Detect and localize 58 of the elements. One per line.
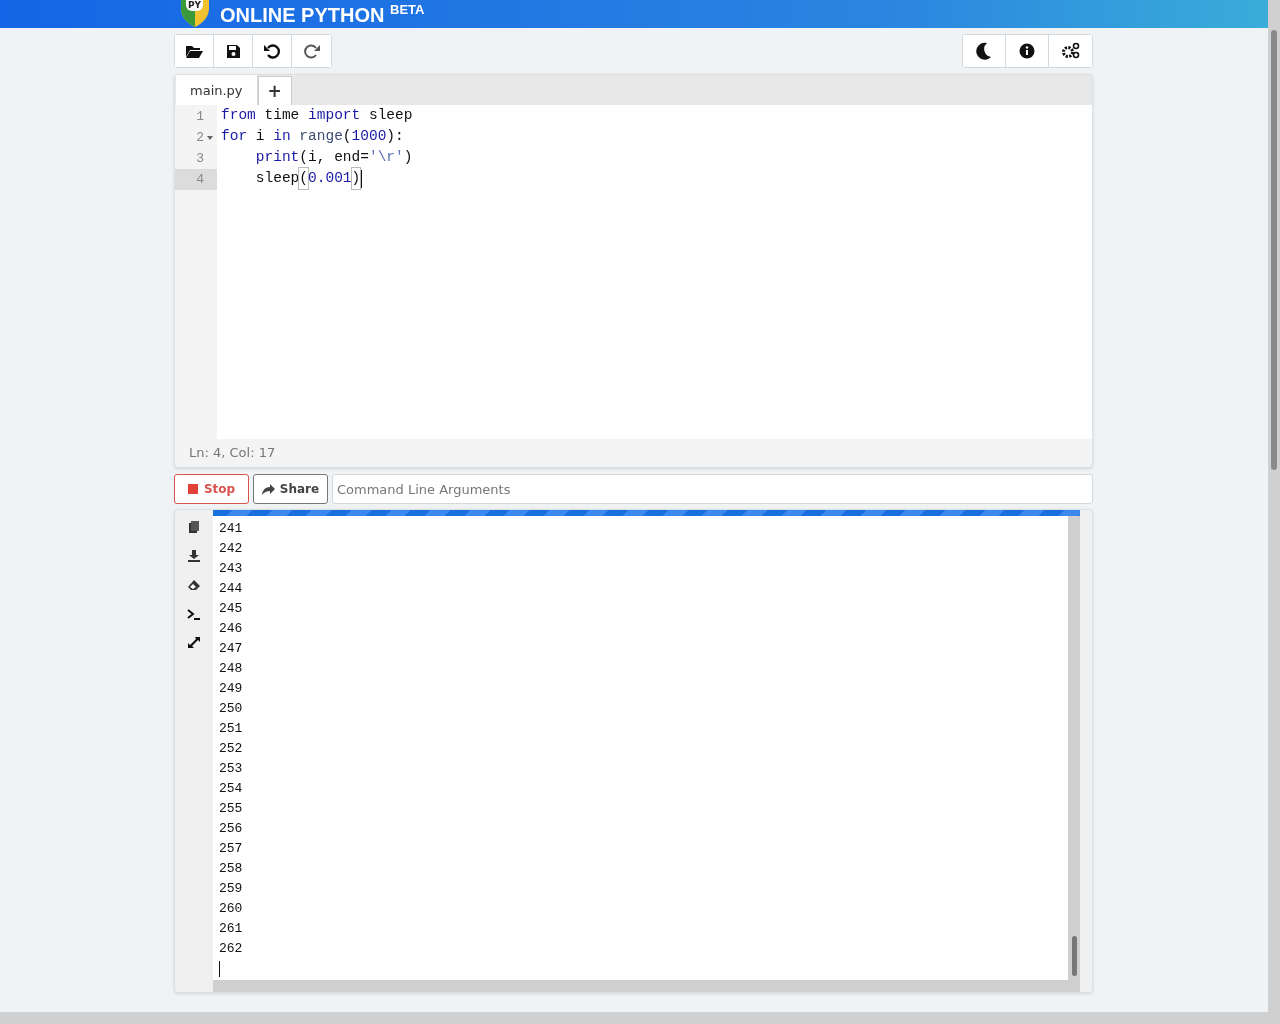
output-line: 243 [219,560,244,578]
share-icon [261,483,275,495]
output-line: 252 [219,740,244,758]
text-cursor [219,961,220,977]
line-number: 3 [195,150,205,168]
text-cursor [361,169,363,188]
code-line: from time import sleep [221,106,414,125]
output-line: 257 [219,840,244,858]
output-line: 246 [219,620,244,638]
file-tab[interactable]: main.py [176,75,258,105]
output-line: 247 [219,640,244,658]
eraser-icon [187,578,201,592]
scrollbar[interactable] [0,1012,1268,1024]
arguments-field[interactable]: Command Line Arguments [332,474,1093,504]
output-line: 253 [219,760,244,778]
fold-icon[interactable] [207,136,213,140]
code-line: sleep(0.001) [221,168,1092,189]
code-line: print(i, end='\r') [254,148,414,167]
output-line: 248 [219,660,244,678]
scrollbar[interactable] [1268,0,1280,1024]
undo-icon [263,42,281,60]
share-button[interactable]: Share [253,474,328,504]
expand-icon [187,636,201,650]
info-icon [1017,41,1037,61]
output-line: 260 [219,900,244,918]
output-line: 242 [219,540,244,558]
redo-icon [302,42,321,60]
output-line: 261 [219,920,244,938]
open-button[interactable] [175,35,214,67]
line-number: 1 [195,108,205,126]
output-line: 251 [219,720,244,738]
stop-icon [187,484,198,494]
output-line: 241 [219,520,244,538]
line-number: 2 [175,127,217,148]
scrollbar[interactable] [213,980,1080,992]
theme-button[interactable] [963,35,1006,67]
logo-text: PY [186,0,204,11]
output-line: 258 [219,860,244,878]
stop-button[interactable]: Stop [174,474,249,504]
settings-icon [1060,41,1081,61]
output-line: 250 [219,700,244,718]
output-line: 244 [219,580,244,598]
output-line: 256 [219,820,244,838]
output-line: 255 [219,800,244,818]
output-line: 254 [219,780,244,798]
download-icon [187,549,201,563]
app-title: ONLINE PYTHON $^{BETA}$ [220,1,425,27]
scrollbar[interactable] [1068,516,1080,980]
line-number: 4 [175,169,217,190]
cursor-position: Ln: 4, Col: 17 [188,444,277,462]
output-line: 259 [219,880,244,898]
new-tab-button[interactable]: + [257,76,292,105]
output-line: 245 [219,600,244,618]
copy-icon [187,520,201,534]
code-line: for i in range(1000): [221,127,405,146]
output-line: 262 [219,940,244,958]
terminal-icon [187,607,201,621]
output-line: 249 [219,680,244,698]
